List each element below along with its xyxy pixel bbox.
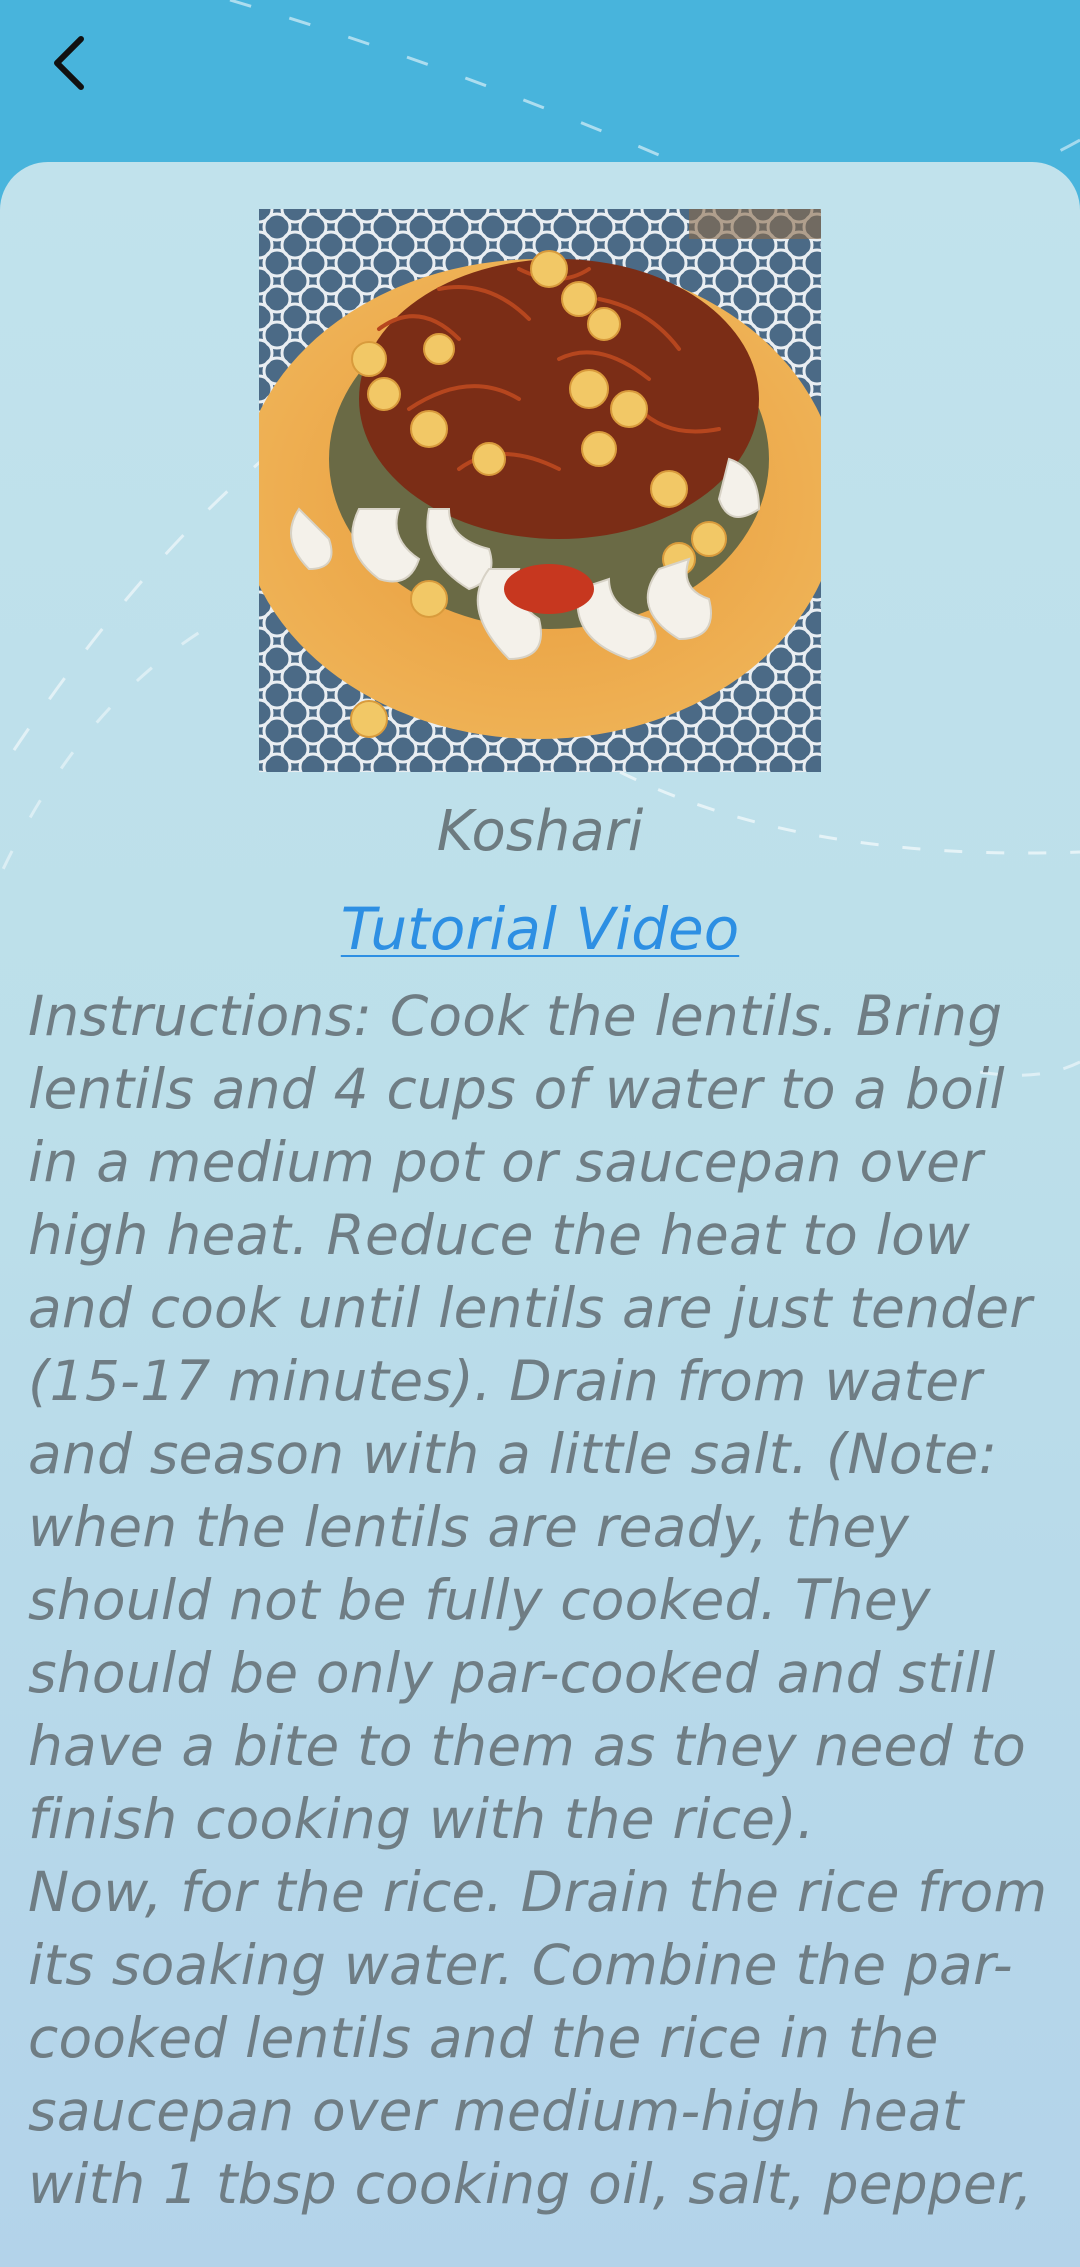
tutorial-video-link-row: Tutorial Video	[0, 889, 1080, 969]
instructions-paragraph-2: Now, for the rice. Drain the rice from i…	[28, 1860, 1048, 2216]
back-button[interactable]	[34, 28, 104, 98]
koshari-illustration	[259, 209, 821, 772]
header-bar	[0, 0, 1080, 170]
tutorial-video-link[interactable]: Tutorial Video	[341, 895, 739, 963]
chevron-left-icon	[54, 36, 84, 90]
dish-image	[259, 209, 821, 772]
instructions-paragraph-1: Instructions: Cook the lentils. Bring le…	[28, 984, 1033, 1851]
recipe-card: Koshari Tutorial Video Instructions: Coo…	[0, 162, 1080, 2267]
recipe-title: Koshari	[436, 799, 644, 864]
instructions-text: Instructions: Cook the lentils. Bring le…	[28, 980, 1058, 2221]
